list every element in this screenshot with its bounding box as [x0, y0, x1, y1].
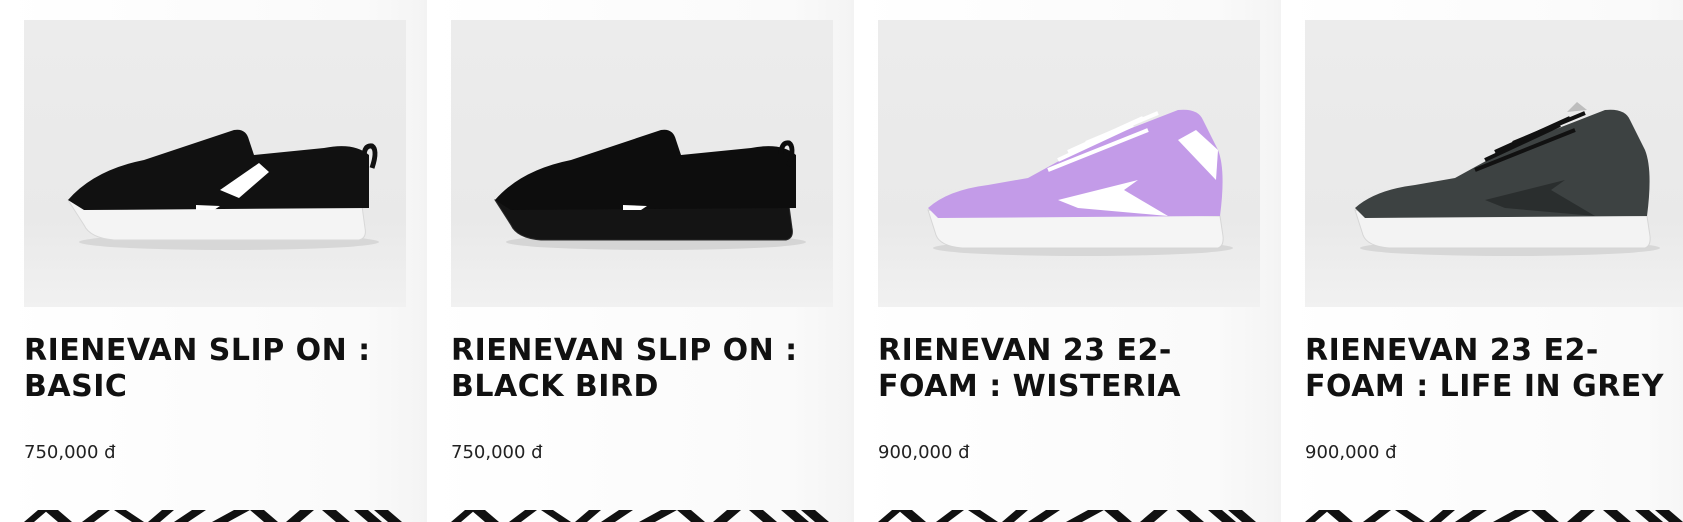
product-grid: RIENEVAN SLIP ON : BASIC 750,000 đ RIENE…: [0, 0, 1683, 522]
sneaker-image: [1354, 102, 1660, 256]
sneaker-image: [927, 109, 1233, 256]
product-card[interactable]: RIENEVAN 23 E2-FOAM : LIFE IN GREY 900,0…: [1281, 0, 1683, 522]
product-image[interactable]: [451, 20, 833, 307]
product-card[interactable]: RIENEVAN SLIP ON : BLACK BIRD 750,000 đ: [427, 0, 854, 522]
product-price: 900,000 đ: [878, 442, 970, 463]
product-card[interactable]: RIENEVAN SLIP ON : BASIC 750,000 đ: [0, 0, 427, 522]
product-title[interactable]: RIENEVAN SLIP ON : BASIC: [24, 333, 406, 441]
product-image[interactable]: [24, 20, 406, 307]
product-card[interactable]: RIENEVAN 23 E2-FOAM : WISTERIA 900,000 đ: [854, 0, 1281, 522]
product-price: 750,000 đ: [24, 442, 116, 463]
product-price: 750,000 đ: [451, 442, 543, 463]
decorative-stripe-pattern: [24, 500, 406, 522]
product-title[interactable]: RIENEVAN 23 E2-FOAM : LIFE IN GREY: [1305, 333, 1683, 441]
decorative-stripe-pattern: [451, 500, 833, 522]
product-title[interactable]: RIENEVAN 23 E2-FOAM : WISTERIA: [878, 333, 1260, 441]
product-image[interactable]: [878, 20, 1260, 307]
product-price: 900,000 đ: [1305, 442, 1397, 463]
product-image[interactable]: [1305, 20, 1683, 307]
decorative-stripe-pattern: [1305, 500, 1683, 522]
decorative-stripe-pattern: [878, 500, 1260, 522]
slip-on-shoe-image: [494, 129, 806, 250]
product-title[interactable]: RIENEVAN SLIP ON : BLACK BIRD: [451, 333, 833, 441]
slip-on-shoe-image: [67, 129, 379, 250]
